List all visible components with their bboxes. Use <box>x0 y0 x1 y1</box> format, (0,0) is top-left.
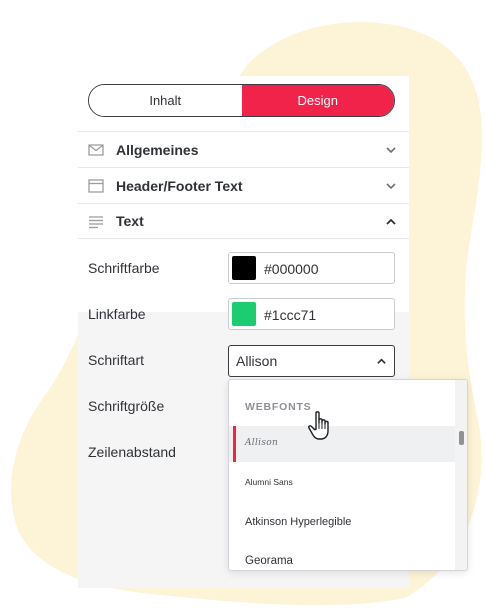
font-family-value: Allison <box>236 353 278 369</box>
font-color-label: Schriftfarbe <box>88 260 160 276</box>
selected-indicator <box>233 426 236 462</box>
link-color-value: #1ccc71 <box>264 307 317 323</box>
chevron-down-icon <box>386 183 396 190</box>
scrollbar-thumb[interactable] <box>459 431 464 445</box>
hand-cursor-icon <box>308 411 329 440</box>
dropdown-group-label: WEBFONTS <box>245 401 312 413</box>
link-color-label: Linkfarbe <box>88 306 146 322</box>
section-general-label: Allgemeines <box>116 141 199 158</box>
font-option-label: Georama <box>245 555 293 567</box>
section-general[interactable]: Allgemeines <box>78 131 409 167</box>
text-lines-icon <box>89 216 103 229</box>
font-color-field[interactable]: #000000 <box>228 252 395 284</box>
font-option-atkinson[interactable]: Atkinson Hyperlegible <box>229 504 457 540</box>
section-header-footer-label: Header/Footer Text <box>116 177 243 194</box>
chevron-down-icon <box>386 147 396 154</box>
font-option-alumni-sans[interactable]: Alumni Sans <box>229 464 457 500</box>
chevron-up-icon <box>386 218 396 225</box>
link-color-field[interactable]: #1ccc71 <box>228 298 395 330</box>
tab-content[interactable]: Inhalt <box>89 85 242 116</box>
tab-switch: Inhalt Design <box>88 84 395 117</box>
tab-design[interactable]: Design <box>241 85 394 116</box>
window-icon <box>88 179 104 193</box>
font-color-swatch[interactable] <box>232 256 256 280</box>
line-height-label: Zeilenabstand <box>88 444 176 460</box>
font-size-label: Schriftgröße <box>88 398 165 414</box>
font-option-georama[interactable]: Georama <box>229 543 457 570</box>
font-option-label: Alumni Sans <box>245 477 293 487</box>
font-dropdown: WEBFONTS Allison Alumni Sans Atkinson Hy… <box>228 379 468 571</box>
dropdown-scrollbar[interactable] <box>455 380 467 570</box>
font-option-label: Allison <box>245 438 279 448</box>
font-family-select[interactable]: Allison <box>228 345 395 377</box>
font-option-label: Atkinson Hyperlegible <box>245 516 352 528</box>
envelope-icon <box>88 144 104 156</box>
chevron-up-icon <box>377 358 386 364</box>
font-color-value: #000000 <box>264 261 319 277</box>
section-header-footer[interactable]: Header/Footer Text <box>78 167 409 203</box>
font-family-label: Schriftart <box>88 352 145 368</box>
section-text[interactable]: Text <box>78 203 409 239</box>
link-color-swatch[interactable] <box>232 302 256 326</box>
font-option-allison[interactable]: Allison <box>229 426 457 462</box>
section-text-label: Text <box>116 213 144 229</box>
